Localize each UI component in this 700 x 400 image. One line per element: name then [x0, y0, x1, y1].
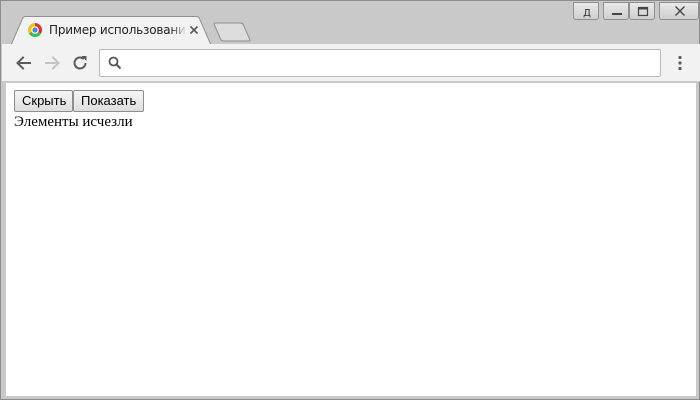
- minimize-button[interactable]: [603, 2, 629, 20]
- maximize-button[interactable]: [629, 2, 655, 20]
- browser-window: Пример использования jQuery Д: [0, 0, 700, 400]
- profile-label: Д: [583, 8, 591, 19]
- address-input[interactable]: [128, 54, 648, 72]
- show-button[interactable]: Показать: [73, 90, 144, 112]
- arrow-left-icon[interactable]: [14, 53, 34, 73]
- status-text: Элементы исчезли: [14, 114, 133, 130]
- arrow-right-icon[interactable]: [42, 53, 62, 73]
- new-tab-button[interactable]: [213, 22, 251, 42]
- hide-button[interactable]: Скрыть: [14, 90, 73, 112]
- tab-title: Пример использования jQuery: [49, 23, 185, 37]
- address-bar[interactable]: [99, 49, 661, 77]
- minimize-icon: [612, 13, 622, 15]
- close-window-icon: [675, 6, 685, 16]
- reload-icon[interactable]: [70, 53, 90, 73]
- profile-button[interactable]: Д: [573, 2, 599, 20]
- tab-title-fade: [171, 21, 187, 39]
- browser-toolbar: [2, 44, 700, 82]
- tab-active[interactable]: Пример использования jQuery: [11, 16, 211, 45]
- page-content: Скрыть Показать Элементы исчезли: [6, 83, 696, 396]
- maximize-icon: [637, 6, 649, 17]
- chrome-loading-icon: [28, 23, 42, 37]
- tab-strip: Пример использования jQuery Д: [1, 1, 699, 45]
- close-window-button[interactable]: [659, 2, 699, 20]
- search-icon: [108, 56, 122, 70]
- profile-icon: Д: [583, 8, 591, 19]
- more-vert-icon[interactable]: [670, 53, 690, 73]
- close-icon[interactable]: [189, 25, 199, 35]
